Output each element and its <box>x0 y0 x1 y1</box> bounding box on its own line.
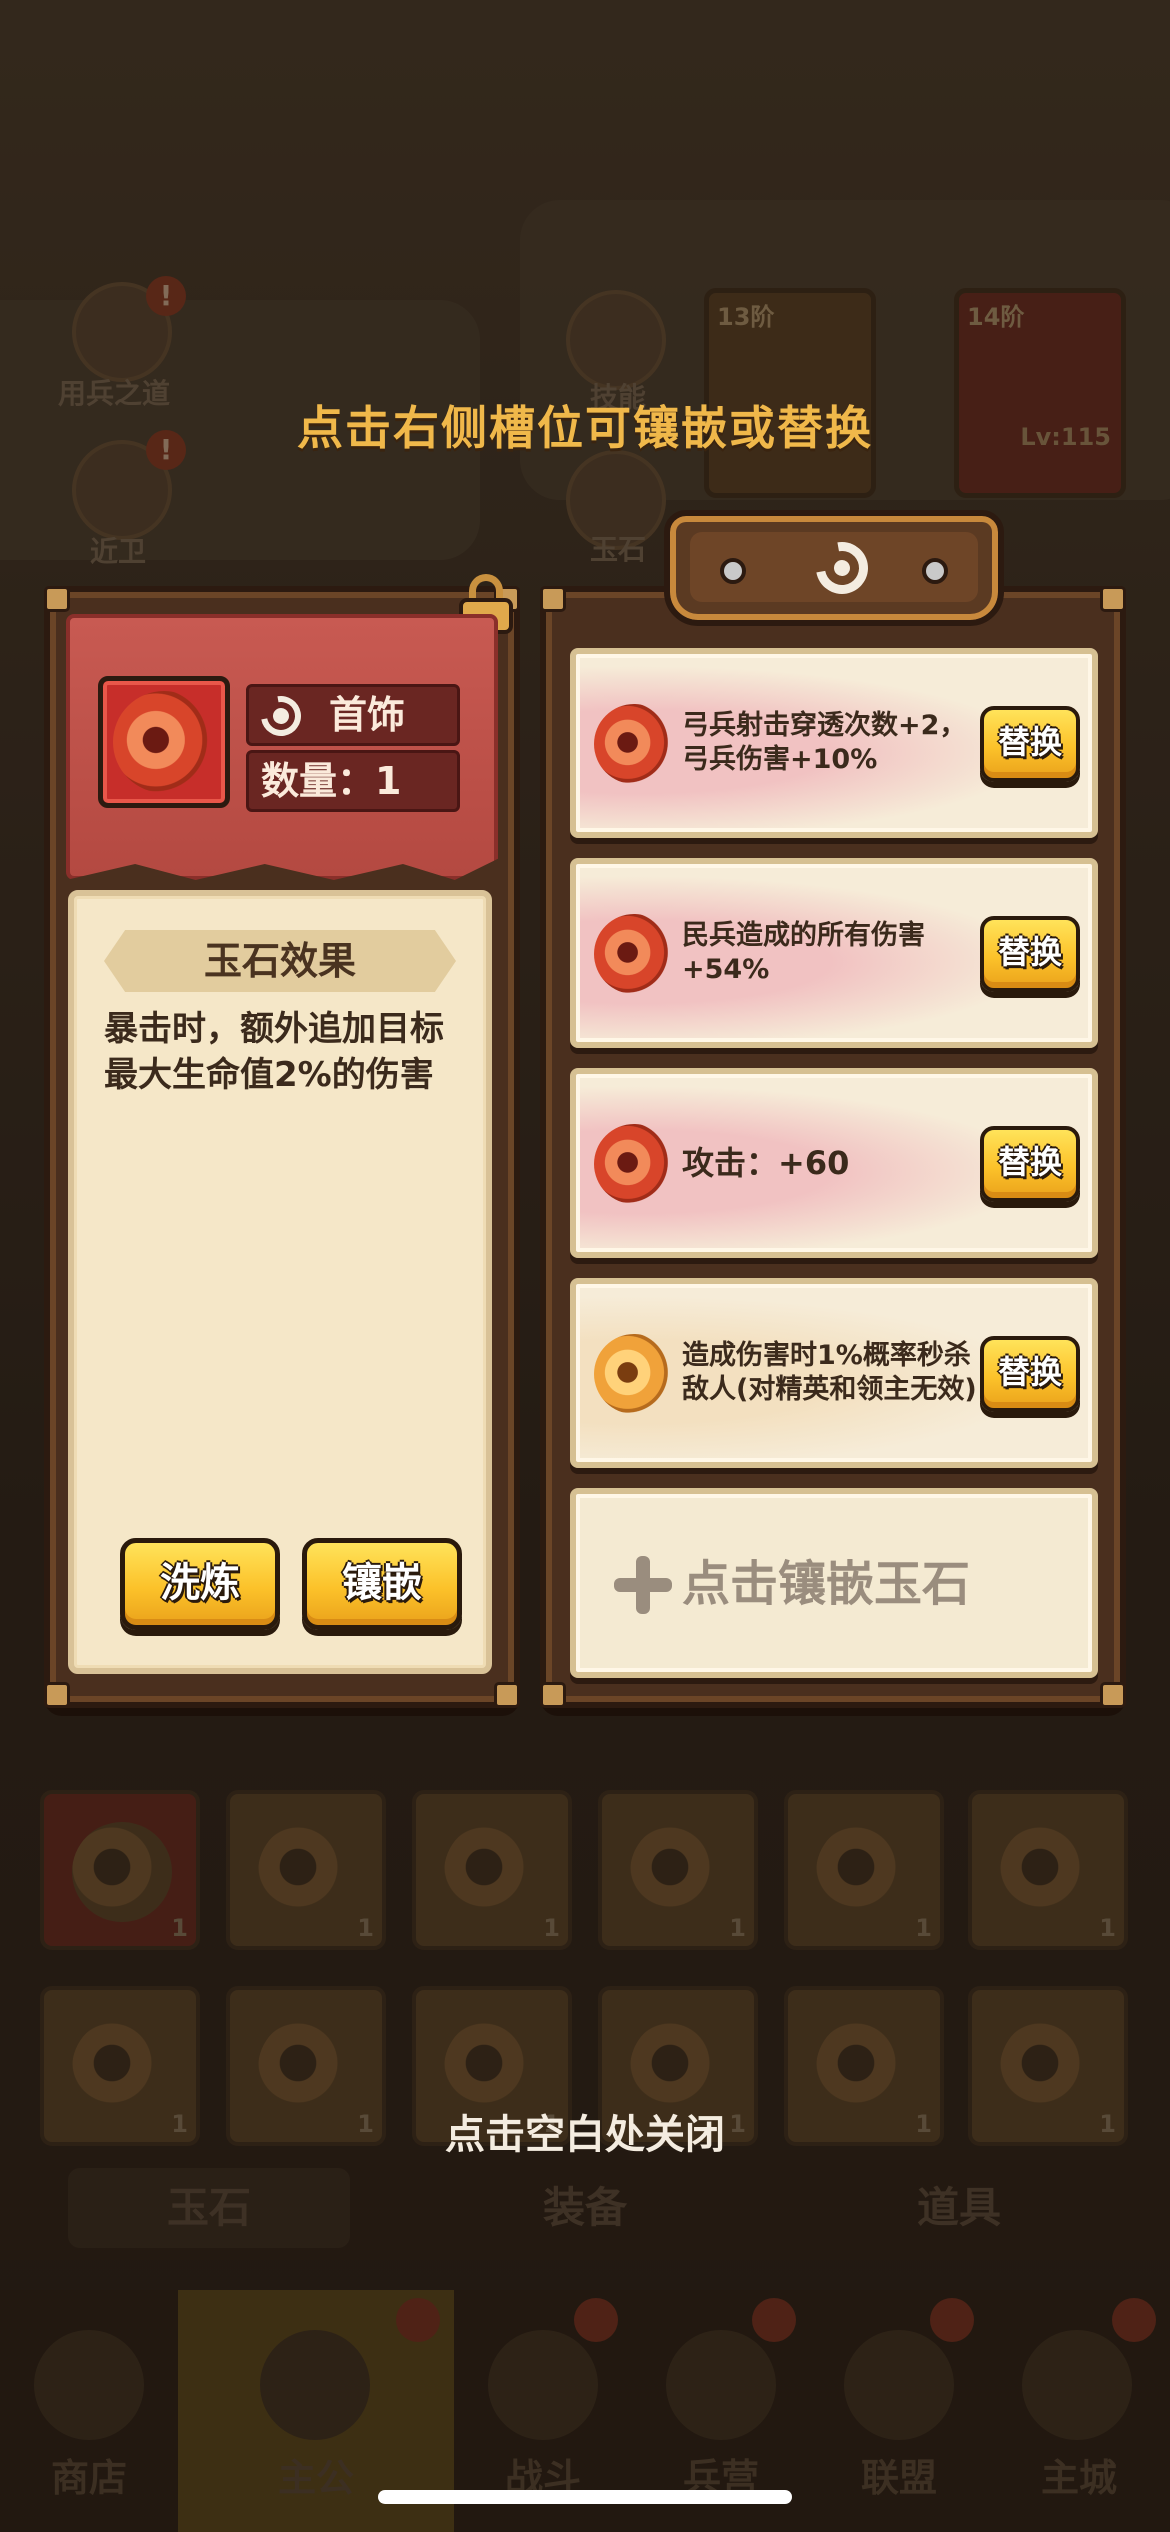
slot-type-tag: 首饰 <box>246 684 460 746</box>
home-indicator[interactable] <box>378 2490 792 2504</box>
frame-corner <box>1100 1682 1126 1708</box>
gem-slot-card[interactable]: 弓兵射击穿透次数+2，弓兵伤害+10% 替换 <box>570 648 1098 838</box>
gem-slot-card[interactable]: 造成伤害时1%概率秒杀敌人(对精英和领主无效) 替换 <box>570 1278 1098 1468</box>
replace-button[interactable]: 替换 <box>980 916 1080 992</box>
quantity-label: 数量：1 <box>261 759 402 803</box>
empty-gem-slot[interactable]: 点击镶嵌玉石 <box>570 1488 1098 1678</box>
frame-corner <box>44 1682 70 1708</box>
jewelry-slot-icon <box>253 688 309 744</box>
replace-button[interactable]: 替换 <box>980 1126 1080 1202</box>
inlay-button[interactable]: 镶嵌 <box>302 1538 462 1630</box>
section-title: 玉石效果 <box>104 930 456 992</box>
frame-corner <box>494 1682 520 1708</box>
quantity-tag: 数量：1 <box>246 750 460 812</box>
jade-gem-icon <box>594 914 674 994</box>
gem-slot-effect: 民兵造成的所有伤害+54% <box>682 920 925 985</box>
replace-button[interactable]: 替换 <box>980 1336 1080 1412</box>
close-hint: 点击空白处关闭 <box>445 2112 725 2158</box>
frame-corner <box>540 586 566 612</box>
gem-slot-effect: 造成伤害时1%概率秒杀敌人(对精英和领主无效) <box>682 1340 977 1405</box>
replace-button[interactable]: 替换 <box>980 706 1080 782</box>
empty-slot-label: 点击镶嵌玉石 <box>682 1556 971 1612</box>
bolt-icon <box>922 558 948 584</box>
gem-slot-effect: 弓兵射击穿透次数+2，弓兵伤害+10% <box>682 710 967 775</box>
plus-icon <box>614 1556 672 1614</box>
refine-button[interactable]: 洗炼 <box>120 1538 280 1630</box>
jade-gem-icon <box>113 691 215 793</box>
frame-corner <box>540 1682 566 1708</box>
jade-gem-icon <box>594 704 674 784</box>
selected-gem-frame <box>98 676 230 808</box>
instruction-hint: 点击右侧槽位可镶嵌或替换 <box>297 401 873 455</box>
equipment-type-plaque <box>664 510 1004 626</box>
frame-corner <box>44 586 70 612</box>
gem-slot-card[interactable]: 民兵造成的所有伤害+54% 替换 <box>570 858 1098 1048</box>
bolt-icon <box>720 558 746 584</box>
gem-slot-effect: 攻击：+60 <box>682 1144 850 1182</box>
gem-slot-card[interactable]: 攻击：+60 替换 <box>570 1068 1098 1258</box>
gem-effect-description: 暴击时，额外追加目标最大生命值2%的伤害 <box>104 1009 444 1095</box>
frame-corner <box>1100 586 1126 612</box>
slot-type-label: 首饰 <box>329 693 406 737</box>
jade-gem-icon <box>594 1124 674 1204</box>
jade-gem-icon <box>594 1334 674 1414</box>
